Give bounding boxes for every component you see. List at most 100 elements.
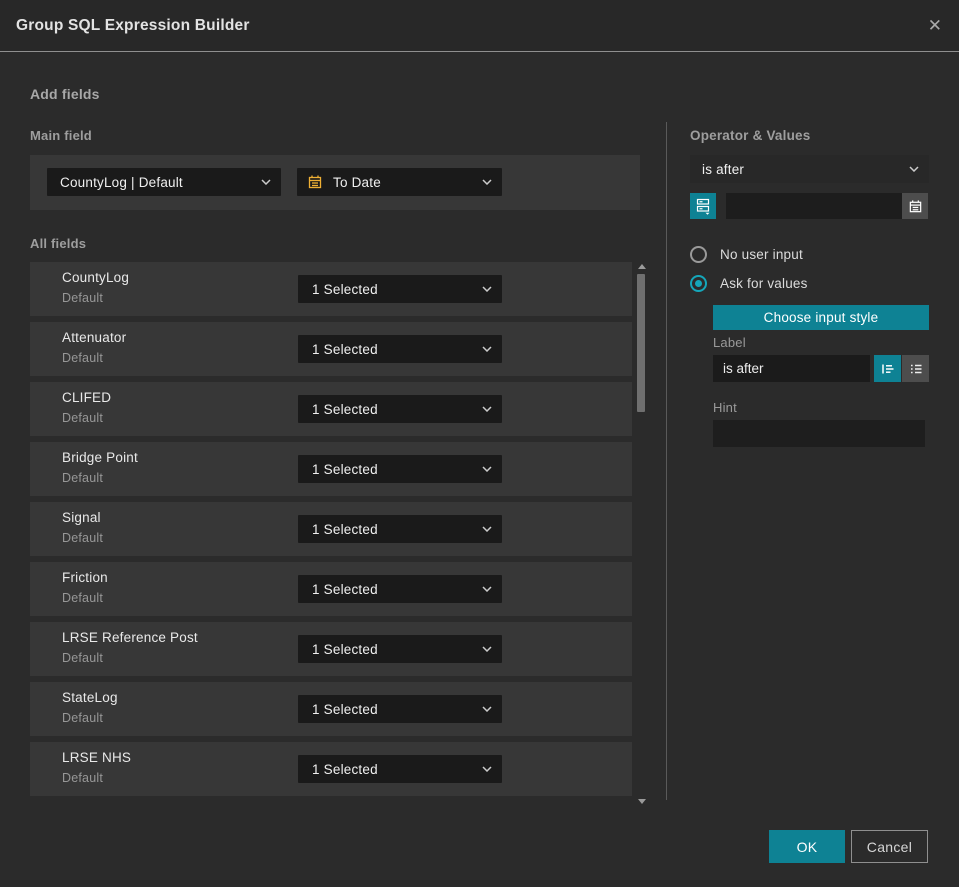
field-row: LRSE NHS Default 1 Selected <box>30 742 632 796</box>
field-selection-dropdown[interactable]: 1 Selected <box>298 575 502 603</box>
chevron-down-icon <box>482 586 492 592</box>
field-name: LRSE Reference Post <box>62 630 198 645</box>
chevron-down-icon <box>261 179 271 185</box>
all-fields-label: All fields <box>30 236 87 251</box>
scroll-down-icon[interactable] <box>638 799 646 804</box>
operator-select-value: is after <box>702 161 745 177</box>
field-sublabel: Default <box>62 651 104 665</box>
field-name: Signal <box>62 510 101 525</box>
field-selection-value: 1 Selected <box>312 701 378 717</box>
operator-select[interactable]: is after <box>690 155 929 183</box>
chevron-down-icon <box>482 286 492 292</box>
label-field-label: Label <box>713 335 746 350</box>
field-selection-dropdown[interactable]: 1 Selected <box>298 275 502 303</box>
field-name: Bridge Point <box>62 450 138 465</box>
calendar-icon <box>307 174 323 190</box>
radio-icon <box>690 274 707 292</box>
scroll-up-icon[interactable] <box>638 264 646 269</box>
close-icon[interactable]: ✕ <box>924 15 946 37</box>
field-name: CLIFED <box>62 390 112 405</box>
value-input[interactable] <box>726 193 902 219</box>
field-sublabel: Default <box>62 351 104 365</box>
hint-field-label: Hint <box>713 400 737 415</box>
main-field-select-value: CountyLog | Default <box>60 174 183 190</box>
list-style-button[interactable] <box>902 355 929 382</box>
field-selection-value: 1 Selected <box>312 461 378 477</box>
operator-values-label: Operator & Values <box>690 128 811 143</box>
chevron-down-icon <box>482 706 492 712</box>
group-sql-expression-builder-dialog: Group SQL Expression Builder ✕ Add field… <box>0 0 959 887</box>
main-field-label: Main field <box>30 128 92 143</box>
chevron-down-icon <box>482 466 492 472</box>
field-sublabel: Default <box>62 411 104 425</box>
field-sublabel: Default <box>62 591 104 605</box>
field-row: Attenuator Default 1 Selected <box>30 322 632 376</box>
scrollbar-thumb[interactable] <box>637 274 645 412</box>
field-selection-dropdown[interactable]: 1 Selected <box>298 455 502 483</box>
field-selection-value: 1 Selected <box>312 521 378 537</box>
field-sublabel: Default <box>62 531 104 545</box>
field-row: StateLog Default 1 Selected <box>30 682 632 736</box>
field-selection-dropdown[interactable]: 1 Selected <box>298 395 502 423</box>
choose-input-style-button[interactable]: Choose input style <box>713 305 929 330</box>
field-selection-value: 1 Selected <box>312 341 378 357</box>
field-name: CountyLog <box>62 270 130 285</box>
chevron-down-icon <box>482 526 492 532</box>
cancel-button[interactable]: Cancel <box>851 830 928 863</box>
calendar-icon <box>908 199 923 214</box>
chevron-down-icon <box>482 179 492 185</box>
chevron-down-icon <box>482 406 492 412</box>
radio-icon <box>690 245 707 263</box>
field-selection-value: 1 Selected <box>312 641 378 657</box>
field-name: StateLog <box>62 690 118 705</box>
chevron-down-icon <box>909 166 919 172</box>
ok-button[interactable]: OK <box>769 830 845 863</box>
field-selection-value: 1 Selected <box>312 401 378 417</box>
field-name: LRSE NHS <box>62 750 132 765</box>
main-field-type-value: To Date <box>333 174 381 190</box>
field-name: Attenuator <box>62 330 127 345</box>
title-bar: Group SQL Expression Builder ✕ <box>0 0 959 52</box>
add-fields-heading: Add fields <box>30 86 100 102</box>
main-field-type-select[interactable]: To Date <box>297 168 502 196</box>
field-selection-dropdown[interactable]: 1 Selected <box>298 695 502 723</box>
field-sublabel: Default <box>62 291 104 305</box>
label-input[interactable] <box>713 355 870 382</box>
chevron-down-icon <box>482 766 492 772</box>
all-fields-list: CountyLog Default 1 Selected Attenuator … <box>30 262 632 802</box>
field-row: Bridge Point Default 1 Selected <box>30 442 632 496</box>
field-selection-value: 1 Selected <box>312 761 378 777</box>
dialog-title: Group SQL Expression Builder <box>16 17 250 34</box>
field-sublabel: Default <box>62 711 104 725</box>
field-selection-dropdown[interactable]: 1 Selected <box>298 335 502 363</box>
single-line-style-button[interactable] <box>874 355 901 382</box>
field-selection-value: 1 Selected <box>312 281 378 297</box>
field-sublabel: Default <box>62 471 104 485</box>
main-field-strip: CountyLog | Default To Date <box>30 155 640 210</box>
field-selection-dropdown[interactable]: 1 Selected <box>298 755 502 783</box>
field-row: CountyLog Default 1 Selected <box>30 262 632 316</box>
list-box-icon <box>695 197 711 215</box>
input-type-button[interactable] <box>690 193 716 219</box>
radio-ask-for-values[interactable]: Ask for values <box>690 274 808 292</box>
radio-label: Ask for values <box>720 275 808 291</box>
field-selection-dropdown[interactable]: 1 Selected <box>298 515 502 543</box>
hint-input[interactable] <box>713 420 925 447</box>
bulleted-list-icon <box>908 361 924 377</box>
field-sublabel: Default <box>62 771 104 785</box>
chevron-down-icon <box>482 346 492 352</box>
field-row: LRSE Reference Post Default 1 Selected <box>30 622 632 676</box>
field-name: Friction <box>62 570 108 585</box>
main-field-select[interactable]: CountyLog | Default <box>47 168 281 196</box>
list-scrollbar[interactable] <box>636 260 647 806</box>
field-selection-value: 1 Selected <box>312 581 378 597</box>
field-row: Friction Default 1 Selected <box>30 562 632 616</box>
single-line-input-icon <box>880 361 896 377</box>
field-row: CLIFED Default 1 Selected <box>30 382 632 436</box>
date-picker-button[interactable] <box>902 193 928 219</box>
chevron-down-icon <box>482 646 492 652</box>
field-row: Signal Default 1 Selected <box>30 502 632 556</box>
radio-no-user-input[interactable]: No user input <box>690 245 803 263</box>
field-selection-dropdown[interactable]: 1 Selected <box>298 635 502 663</box>
radio-label: No user input <box>720 246 803 262</box>
